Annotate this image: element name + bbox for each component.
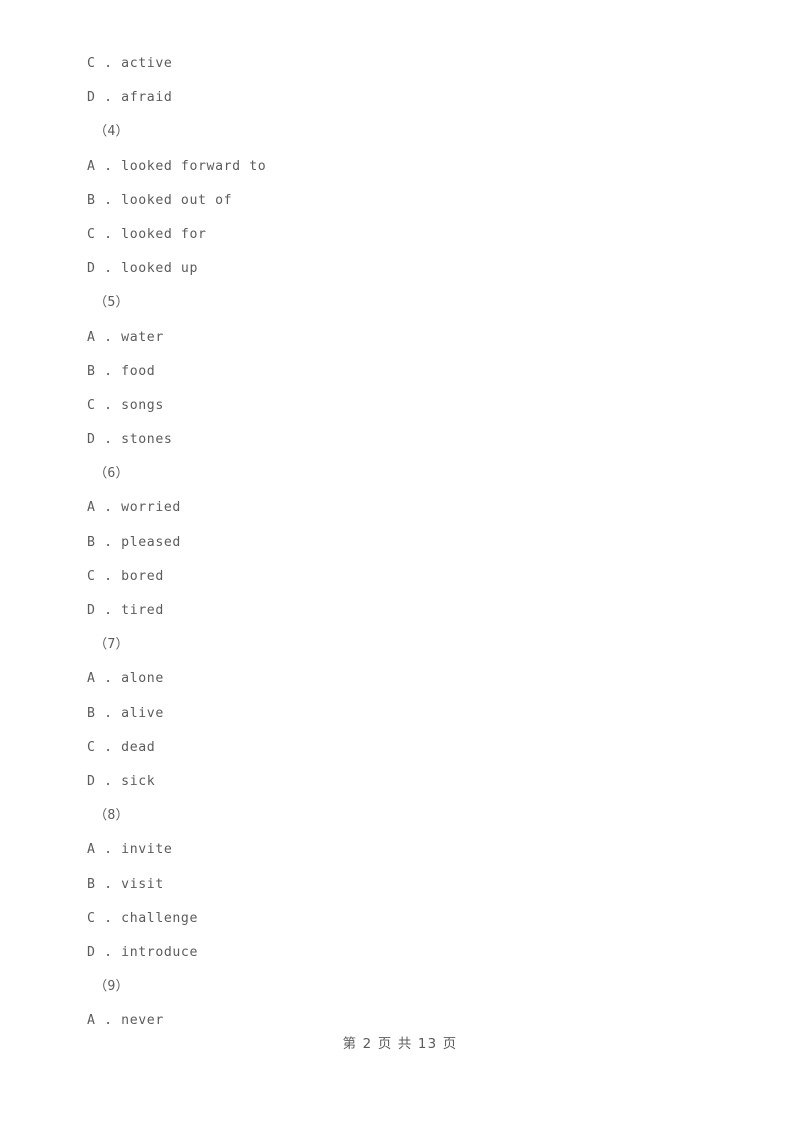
answer-option: A . water <box>87 329 164 345</box>
answer-option: A . invite <box>87 842 173 858</box>
exam-options-body: C . active D . afraid （4） A . looked forwar… <box>87 47 707 1038</box>
answer-option: D . introduce <box>87 944 199 960</box>
answer-option: C . dead <box>87 739 156 755</box>
answer-option: D . stones <box>87 432 173 448</box>
answer-option: C . active <box>87 56 173 71</box>
question-number: （8） <box>94 808 129 824</box>
page-footer: 第 2 页 共 13 页 <box>342 1037 458 1052</box>
answer-option: C . looked for <box>87 226 207 242</box>
answer-option: A . looked forward to <box>87 158 267 174</box>
question-number: （9） <box>94 979 129 995</box>
answer-option: D . looked up <box>87 261 199 277</box>
answer-option: B . alive <box>87 705 164 721</box>
answer-option: C . bored <box>87 568 164 584</box>
answer-option: C . challenge <box>87 910 199 926</box>
answer-option: A . alone <box>87 671 164 687</box>
question-number: （6） <box>94 466 129 482</box>
question-number: （7） <box>94 637 129 653</box>
question-number: （5） <box>94 295 129 311</box>
answer-option: A . worried <box>87 500 181 516</box>
answer-option: C . songs <box>87 397 164 413</box>
answer-option: B . visit <box>87 876 164 892</box>
answer-option: D . sick <box>87 773 156 789</box>
answer-option: D . afraid <box>87 90 173 106</box>
answer-option: B . food <box>87 363 156 379</box>
answer-option: B . looked out of <box>87 192 233 208</box>
answer-option: B . pleased <box>87 534 181 550</box>
document-page: C . active D . afraid （4） A . looked forwar… <box>0 0 800 1132</box>
answer-option: D . tired <box>87 603 164 618</box>
question-number: （4） <box>94 124 129 140</box>
